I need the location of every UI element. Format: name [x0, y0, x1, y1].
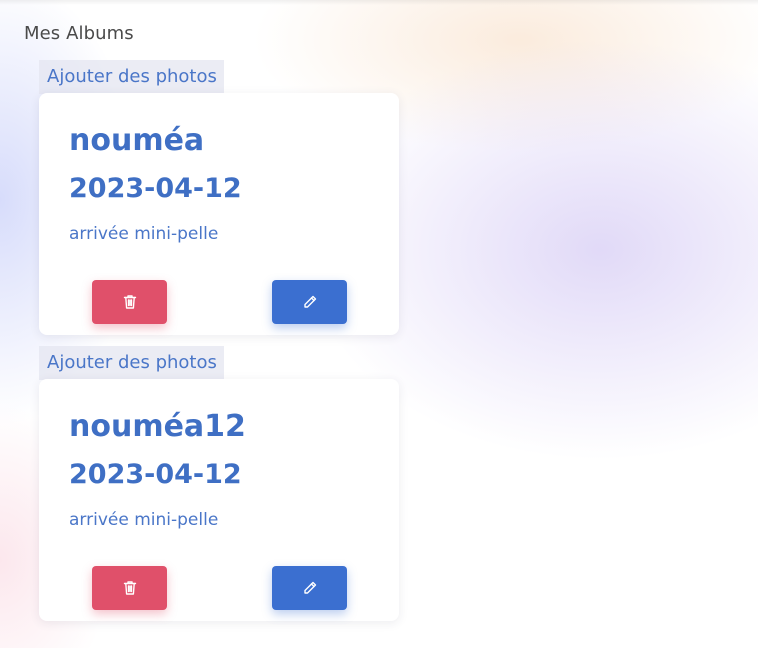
album-description: arrivée mini-pelle: [69, 224, 219, 244]
page-title: Mes Albums: [24, 23, 134, 44]
album-date: 2023-04-12: [69, 459, 242, 490]
add-photos-button[interactable]: Ajouter des photos: [39, 60, 224, 94]
delete-album-button[interactable]: [92, 280, 167, 324]
add-photos-button[interactable]: Ajouter des photos: [39, 346, 224, 380]
trash-icon: [123, 580, 137, 596]
album-card: nouméa12 2023-04-12 arrivée mini-pelle: [39, 379, 399, 621]
album-name: nouméa: [69, 123, 205, 158]
edit-album-button[interactable]: [272, 280, 347, 324]
album-date: 2023-04-12: [69, 173, 242, 204]
trash-icon: [123, 294, 137, 310]
album-name: nouméa12: [69, 409, 246, 444]
edit-album-button[interactable]: [272, 566, 347, 610]
album-description: arrivée mini-pelle: [69, 510, 219, 530]
pencil-icon: [302, 294, 318, 310]
pencil-icon: [302, 580, 318, 596]
album-card: nouméa 2023-04-12 arrivée mini-pelle: [39, 93, 399, 335]
delete-album-button[interactable]: [92, 566, 167, 610]
top-divider: [0, 0, 758, 5]
